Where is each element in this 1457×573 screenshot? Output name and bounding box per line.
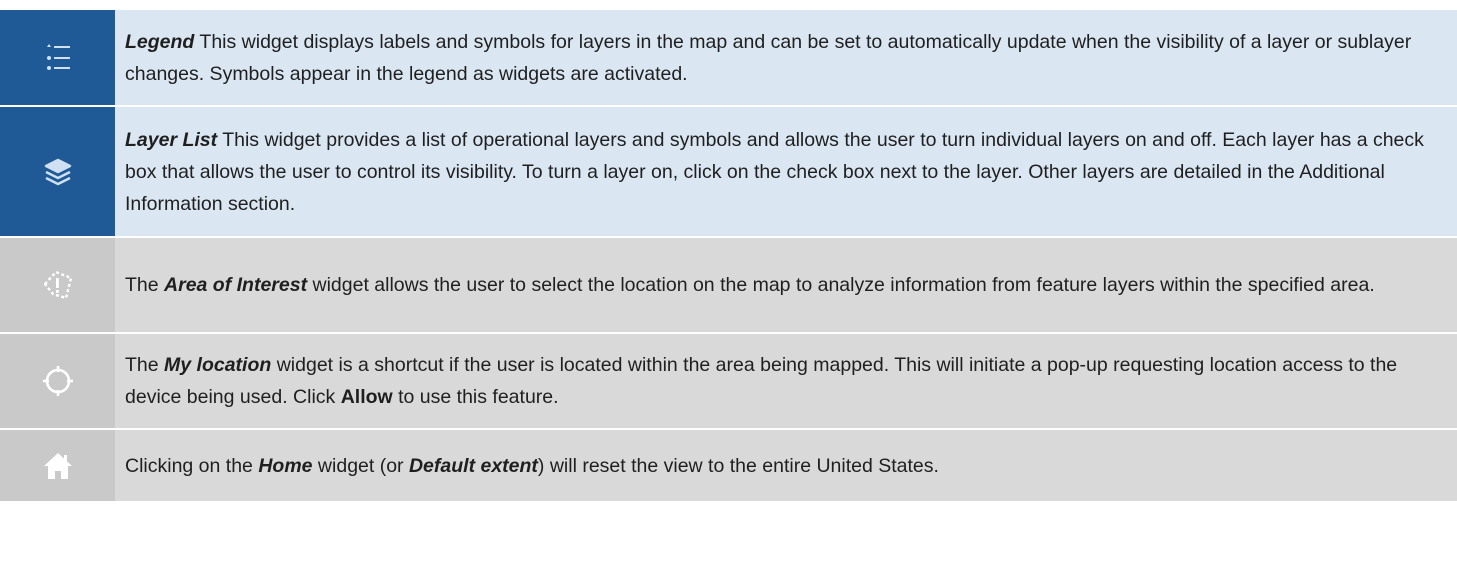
allow-label: Allow xyxy=(340,386,393,408)
my-location-title: My location xyxy=(164,354,272,376)
legend-list-icon xyxy=(43,43,73,73)
area-of-interest-icon xyxy=(41,268,75,302)
default-extent-title: Default extent xyxy=(408,454,538,477)
home-text: ) will reset the view to the entire Unit… xyxy=(537,454,939,477)
home-description: Clicking on the Home widget (or Default … xyxy=(115,430,1457,501)
layers-stack-icon xyxy=(43,157,73,187)
home-title: Home xyxy=(258,454,313,477)
layer-list-title: Layer List xyxy=(125,128,218,151)
legend-description: Legend This widget displays labels and s… xyxy=(115,10,1457,105)
layer-list-text: This widget provides a list of operation… xyxy=(125,128,1424,215)
area-of-interest-prefix: The xyxy=(125,274,165,296)
home-icon xyxy=(42,450,74,482)
layer-list-icon-cell xyxy=(0,107,115,236)
legend-row: Legend This widget displays labels and s… xyxy=(0,10,1457,107)
my-location-icon-cell xyxy=(0,334,115,428)
legend-icon-cell xyxy=(0,10,115,105)
area-of-interest-icon-cell xyxy=(0,238,115,332)
area-of-interest-description: The Area of Interest widget allows the u… xyxy=(115,238,1457,332)
legend-text: This widget displays labels and symbols … xyxy=(125,30,1412,85)
layer-list-row: Layer List This widget provides a list o… xyxy=(0,107,1457,238)
my-location-icon xyxy=(41,364,75,398)
home-row: Clicking on the Home widget (or Default … xyxy=(0,430,1457,503)
home-icon-cell xyxy=(0,430,115,501)
my-location-text-b: to use this feature. xyxy=(392,386,559,408)
legend-title: Legend xyxy=(125,30,195,53)
home-mid: widget (or xyxy=(312,454,409,477)
area-of-interest-text: widget allows the user to select the loc… xyxy=(307,274,1375,296)
area-of-interest-title: Area of Interest xyxy=(164,274,308,296)
my-location-row: The My location widget is a shortcut if … xyxy=(0,334,1457,430)
my-location-text-a: widget is a shortcut if the user is loca… xyxy=(125,354,1398,408)
layer-list-description: Layer List This widget provides a list o… xyxy=(115,107,1457,236)
widget-description-table: Legend This widget displays labels and s… xyxy=(0,10,1457,503)
my-location-prefix: The xyxy=(125,354,165,376)
my-location-description: The My location widget is a shortcut if … xyxy=(115,334,1457,428)
home-prefix: Clicking on the xyxy=(125,454,259,477)
area-of-interest-row: The Area of Interest widget allows the u… xyxy=(0,238,1457,334)
